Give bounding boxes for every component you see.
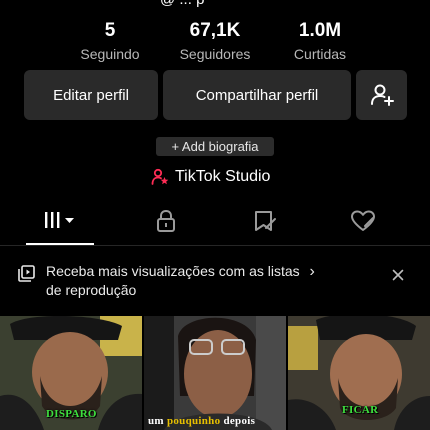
studio-user-icon [151, 168, 169, 186]
tiktok-studio-link[interactable]: TikTok Studio [151, 166, 270, 188]
playlist-banner-line1: Receba mais visualizações com as listas [46, 263, 300, 279]
grid-icon [45, 212, 74, 228]
profile-stats: 5 Seguindo 67,1K Seguidores 1.0M Curtida… [0, 20, 430, 64]
add-user-icon [370, 84, 394, 106]
video-grid: DISPARO um pouquinho depois FICAR [0, 316, 430, 430]
share-profile-button[interactable]: Compartilhar perfil [163, 70, 351, 120]
tabs-divider [0, 245, 430, 246]
video-thumbnail[interactable]: um pouquinho depois [144, 316, 286, 430]
playlist-banner-line2: de reprodução [46, 282, 137, 298]
profile-tabs [0, 206, 430, 246]
add-friend-button[interactable] [356, 70, 407, 120]
stat-followers[interactable]: 67,1K Seguidores [170, 20, 260, 63]
stat-followers-label: Seguidores [179, 46, 251, 62]
playlist-banner[interactable]: Receba mais visualizações com as listas … [0, 262, 430, 306]
stat-likes-label: Curtidas [293, 46, 347, 62]
stat-likes-value: 1.0M [298, 20, 342, 41]
playlist-banner-text: Receba mais visualizações com as listas … [46, 262, 346, 300]
bookmark-icon [255, 211, 276, 231]
video-thumbnail-image [144, 316, 286, 430]
stat-following[interactable]: 5 Seguindo [70, 20, 150, 63]
profile-actions: Editar perfil Compartilhar perfil [0, 70, 430, 120]
close-icon[interactable] [392, 268, 404, 286]
profile-handle: @ ... p [160, 0, 204, 8]
stat-following-label: Seguindo [80, 46, 140, 62]
tab-liked[interactable] [320, 206, 406, 246]
playlist-icon [18, 265, 35, 287]
heart-icon [351, 210, 375, 231]
stat-following-value: 5 [104, 20, 116, 41]
tab-private[interactable] [123, 206, 209, 246]
video-caption-part1: um [148, 415, 167, 427]
chevron-right-icon: › [309, 263, 315, 280]
add-bio-button[interactable]: + Add biografia [156, 137, 274, 156]
stat-likes[interactable]: 1.0M Curtidas [280, 20, 360, 63]
video-caption: um pouquinho depois [148, 415, 255, 427]
video-caption: FICAR [342, 404, 379, 416]
edit-profile-button[interactable]: Editar perfil [24, 70, 158, 120]
lock-icon [157, 209, 175, 232]
tab-videos[interactable] [17, 206, 103, 246]
video-caption-highlight: pouquinho [166, 415, 221, 427]
video-thumbnail[interactable]: DISPARO [0, 316, 142, 430]
video-thumbnail[interactable]: FICAR [288, 316, 430, 430]
tiktok-studio-label: TikTok Studio [175, 168, 271, 185]
video-caption: DISPARO [46, 408, 97, 420]
profile-handle-cut: @ ... p [0, 0, 430, 8]
video-caption-part2: depois [220, 415, 256, 427]
tab-saved[interactable] [222, 206, 308, 246]
stat-followers-value: 67,1K [189, 20, 241, 41]
